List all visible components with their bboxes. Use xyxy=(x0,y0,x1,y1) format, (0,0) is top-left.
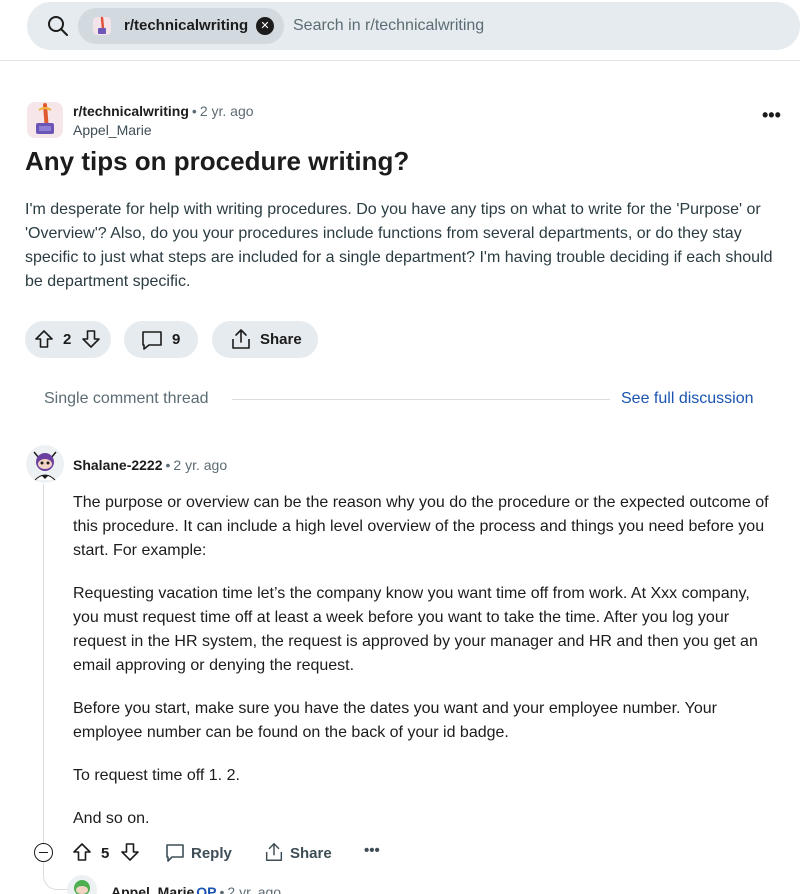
user-avatar[interactable] xyxy=(25,444,65,484)
post-time: 2 yr. ago xyxy=(199,103,254,119)
downvote-icon[interactable] xyxy=(120,842,140,862)
more-icon[interactable]: ••• xyxy=(762,106,784,128)
comment-body: The purpose or overview can be the reaso… xyxy=(73,491,773,850)
reply-avatar[interactable] xyxy=(66,874,98,894)
post-title: Any tips on procedure writing? xyxy=(25,146,410,176)
subreddit-filter-chip[interactable]: r/technicalwriting ✕ xyxy=(78,8,284,44)
share-icon xyxy=(232,329,250,349)
comment-meta: Shalane-2222 • 2 yr. ago xyxy=(73,457,227,473)
vote-control: 2 xyxy=(25,321,111,358)
search-bar[interactable]: r/technicalwriting ✕ xyxy=(27,2,800,50)
subreddit-avatar[interactable] xyxy=(25,100,65,140)
comment-paragraph: And so on. xyxy=(73,810,150,827)
post-meta: r/technicalwriting • 2 yr. ago xyxy=(73,103,254,119)
close-icon[interactable]: ✕ xyxy=(256,17,274,35)
comment-share-button[interactable]: Share xyxy=(290,845,332,862)
comment-time: 2 yr. ago xyxy=(173,457,228,473)
upvote-icon[interactable] xyxy=(72,842,92,862)
comment-score: 5 xyxy=(101,845,110,862)
thread-rail[interactable] xyxy=(43,484,44,844)
downvote-icon[interactable] xyxy=(81,329,101,349)
comments-button[interactable]: 9 xyxy=(124,321,198,358)
reply-time: 2 yr. ago xyxy=(227,884,282,894)
post-body: I'm desperate for help with writing proc… xyxy=(25,201,773,290)
comment-author[interactable]: Shalane-2222 xyxy=(73,457,163,473)
comment-paragraph: Requesting vacation time let’s the compa… xyxy=(73,585,758,674)
op-badge: OP xyxy=(196,884,217,894)
comment-icon xyxy=(142,331,162,350)
more-icon[interactable]: ••• xyxy=(364,842,380,859)
meta-separator: • xyxy=(165,457,171,473)
search-icon[interactable] xyxy=(47,15,69,37)
thread-label: Single comment thread xyxy=(44,390,209,407)
comment-count: 9 xyxy=(172,331,181,348)
chip-label: r/technicalwriting xyxy=(124,17,249,34)
see-full-discussion-link[interactable]: See full discussion xyxy=(621,390,754,408)
reply-meta: Appel_Marie OP • 2 yr. ago xyxy=(111,884,281,894)
subreddit-link[interactable]: r/technicalwriting xyxy=(73,103,189,119)
share-icon[interactable] xyxy=(263,841,285,863)
post-score: 2 xyxy=(63,331,72,348)
share-label: Share xyxy=(260,331,302,348)
upvote-icon[interactable] xyxy=(34,329,54,349)
reply-author[interactable]: Appel_Marie xyxy=(111,884,194,894)
reply-icon[interactable] xyxy=(164,842,186,864)
post-author[interactable]: Appel_Marie xyxy=(73,122,152,138)
search-input[interactable] xyxy=(293,14,773,38)
meta-separator: • xyxy=(191,103,197,119)
reply-button[interactable]: Reply xyxy=(191,845,232,862)
comment-paragraph: Before you start, make sure you have the… xyxy=(73,700,717,741)
collapse-icon[interactable] xyxy=(34,843,53,862)
reply-connector xyxy=(43,862,67,890)
share-button[interactable]: Share xyxy=(212,321,318,358)
comment-paragraph: To request time off 1. 2. xyxy=(73,767,240,784)
thread-divider xyxy=(232,399,610,400)
subreddit-icon xyxy=(93,16,111,35)
meta-separator: • xyxy=(219,884,225,894)
comment-paragraph: The purpose or overview can be the reaso… xyxy=(73,494,769,559)
header-divider xyxy=(0,60,800,61)
